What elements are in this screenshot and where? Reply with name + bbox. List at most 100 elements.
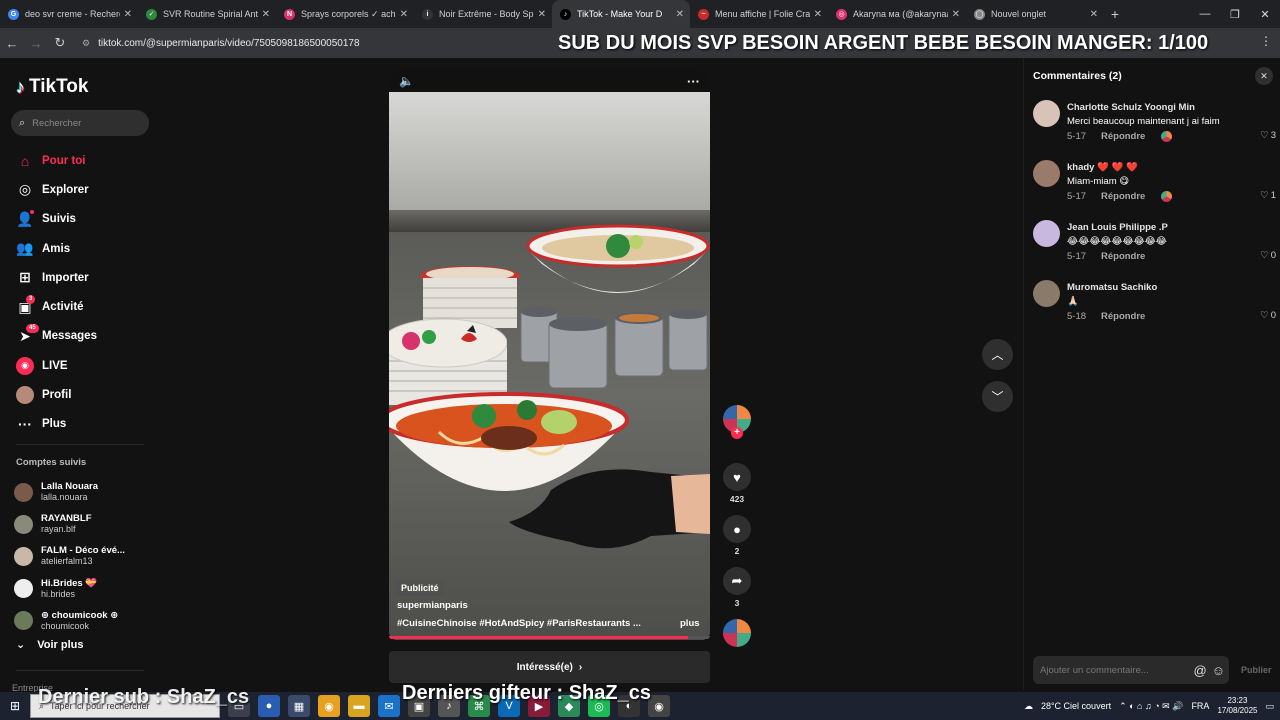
share-action[interactable]: ➦ 3 (720, 567, 754, 619)
previous-video-button[interactable]: ︿ (982, 339, 1013, 370)
sidebar-item-friends[interactable]: 👥 Amis (0, 234, 160, 263)
sidebar-item-profile[interactable]: ● Profil (0, 380, 160, 409)
avatar[interactable] (1033, 280, 1060, 307)
browser-tab[interactable]: ♪ TikTok - Make Your D ✕ (552, 0, 690, 28)
comment-icon[interactable]: ● (723, 515, 751, 543)
sidebar-item-live[interactable]: ◉ LIVE (0, 351, 160, 380)
notification-badge: 3 (26, 295, 36, 305)
sidebar-item-following[interactable]: 👤 Suivis (0, 205, 160, 234)
followed-account[interactable]: Lalla Nouara lalla.nouara (14, 476, 160, 508)
notification-icon[interactable]: ▭ (1265, 701, 1274, 712)
heart-icon[interactable]: ♥ (723, 463, 751, 491)
sidebar-item-more[interactable]: ··· Plus (0, 410, 160, 439)
comment-like-button[interactable]: ♡ 0 (1260, 310, 1276, 321)
new-tab-button[interactable]: + (1104, 6, 1126, 22)
browser-tab[interactable]: Gdeo svr creme - Recherche ✕ (0, 0, 138, 28)
comment-input[interactable]: Ajouter un commentaire... @ ☺ (1033, 656, 1229, 684)
search-input[interactable]: ⌕ Rechercher (11, 110, 149, 136)
reply-button[interactable]: Répondre (1101, 191, 1145, 202)
chrome-icon[interactable]: ◉ (318, 695, 340, 717)
sidebar-item-messages[interactable]: ➤ 45 Messages (0, 322, 160, 351)
comment-author[interactable]: Muromatsu Sachiko (1067, 282, 1157, 293)
language-indicator[interactable]: FRA (1191, 701, 1209, 711)
app-icon[interactable]: ● (258, 695, 280, 717)
comment-action[interactable]: ● 2 (720, 515, 754, 567)
browser-tab[interactable]: ✓ SVR Routine Spirial Anti-T ✕ (138, 0, 276, 28)
chrome-active-icon[interactable]: ◉ (648, 695, 670, 717)
followed-account[interactable]: FALM - Déco évé... atelierfalm13 (14, 540, 160, 572)
sidebar-item-home[interactable]: ⌂ Pour toi (0, 146, 160, 175)
mail-icon[interactable]: ✉ (378, 695, 400, 717)
address-bar[interactable]: ⚙ tiktok.com/@supermianparis/video/75050… (82, 38, 360, 49)
next-video-button[interactable]: ﹀ (982, 381, 1013, 412)
browser-tab[interactable]: ◎ Akaryna ма (@akarynaa) ✕ (828, 0, 966, 28)
followed-account[interactable]: ⊕ choumicook ⊕ choumicook (14, 605, 160, 637)
followed-account[interactable]: RAYANBLF rayan.blf (14, 508, 160, 540)
followed-account[interactable]: Hi.Brides 💝 hi.brides (14, 573, 160, 605)
interested-button[interactable]: Intéressé(e) › (389, 651, 710, 683)
creator-avatar[interactable]: + (723, 405, 751, 439)
tab-close-icon[interactable]: ✕ (124, 9, 132, 20)
close-icon[interactable]: ✕ (1255, 67, 1273, 85)
caption-more-button[interactable]: plus (680, 618, 700, 629)
browser-tab[interactable]: N Sprays corporels ✓ ache ✕ (276, 0, 414, 28)
weather-text[interactable]: 28°C Ciel couvert (1041, 701, 1111, 711)
menu-kebab-icon[interactable]: ⋮ (1260, 34, 1272, 48)
see-more-button[interactable]: ⌄ Voir plus (16, 638, 83, 652)
reply-button[interactable]: Répondre (1101, 311, 1145, 322)
video-hashtags[interactable]: #CuisineChinoise #HotAndSpicy #ParisRest… (397, 618, 641, 629)
tab-close-icon[interactable]: ✕ (538, 9, 546, 20)
clock[interactable]: 23:23 17/08/2025 (1217, 696, 1257, 716)
browser-tab[interactable]: i Noir Extrême - Body Spray ✕ (414, 0, 552, 28)
reply-button[interactable]: Répondre (1101, 131, 1145, 142)
browser-tab[interactable]: ◯ Nouvel onglet ✕ (966, 0, 1104, 28)
forward-icon[interactable]: → (24, 36, 48, 51)
minimize-icon[interactable]: — (1190, 8, 1220, 20)
share-icon[interactable]: ➦ (723, 567, 751, 595)
sidebar-item-activity[interactable]: ▣ 3 Activité (0, 292, 160, 321)
close-window-icon[interactable]: ✕ (1250, 8, 1280, 21)
avatar[interactable] (1033, 100, 1060, 127)
sidebar-item-compass[interactable]: ◎ Explorer (0, 175, 160, 204)
comment-like-button[interactable]: ♡ 3 (1260, 130, 1276, 141)
comment-author[interactable]: Jean Louis Philippe .P (1067, 222, 1168, 233)
tray-icons[interactable]: ⌃ ◐ ⌂ ♫ ◔ ✉ 🔊 (1119, 701, 1183, 712)
follow-plus-icon[interactable]: + (731, 427, 743, 439)
site-info-icon[interactable]: ⚙ (82, 38, 90, 49)
sound-disc-action[interactable] (720, 619, 754, 647)
volume-icon[interactable]: 🔈 (399, 74, 414, 88)
tiktok-logo[interactable]: ♪ TikTok (16, 76, 88, 98)
mention-icon[interactable]: @ (1194, 663, 1207, 678)
avatar[interactable] (1033, 160, 1060, 187)
video-progress-bar[interactable] (389, 636, 710, 639)
tab-close-icon[interactable]: ✕ (1090, 9, 1098, 20)
weather-icon[interactable]: ☁ (1024, 701, 1033, 712)
tab-close-icon[interactable]: ✕ (952, 9, 960, 20)
like-action[interactable]: ♥ 423 (720, 463, 754, 515)
folder-icon[interactable]: ▬ (348, 695, 370, 717)
reload-icon[interactable]: ↻ (48, 35, 72, 51)
app-icon[interactable]: ▦ (288, 695, 310, 717)
back-icon[interactable]: ← (0, 36, 24, 51)
post-comment-button[interactable]: Publier (1241, 665, 1272, 675)
comment-like-button[interactable]: ♡ 0 (1260, 250, 1276, 261)
tab-close-icon[interactable]: ✕ (400, 9, 408, 20)
more-options-icon[interactable]: ··· (687, 74, 700, 89)
video-player[interactable]: 🔈 ··· (389, 70, 710, 640)
windows-start-icon[interactable]: ⊞ (0, 699, 30, 713)
comment-author[interactable]: Charlotte Schulz Yoongi Min (1067, 102, 1195, 113)
comment-author[interactable]: khady ❤️ ❤️ ❤️ (1067, 162, 1138, 173)
comment-like-button[interactable]: ♡ 1 (1260, 190, 1276, 201)
emoji-icon[interactable]: ☺ (1212, 663, 1225, 678)
tab-close-icon[interactable]: ✕ (814, 9, 822, 20)
avatar[interactable] (1033, 220, 1060, 247)
tab-close-icon[interactable]: ✕ (262, 9, 270, 20)
video-username[interactable]: supermianparis (397, 600, 468, 611)
music-disc-icon[interactable] (723, 619, 751, 647)
creator-avatar-action[interactable]: + (720, 405, 754, 463)
browser-tab[interactable]: ~ Menu affiche | Folie Crab ✕ (690, 0, 828, 28)
tab-close-icon[interactable]: ✕ (676, 9, 684, 20)
sidebar-item-upload[interactable]: ⊞ Importer (0, 263, 160, 292)
reply-button[interactable]: Répondre (1101, 251, 1145, 262)
restore-icon[interactable]: ❐ (1220, 8, 1250, 21)
